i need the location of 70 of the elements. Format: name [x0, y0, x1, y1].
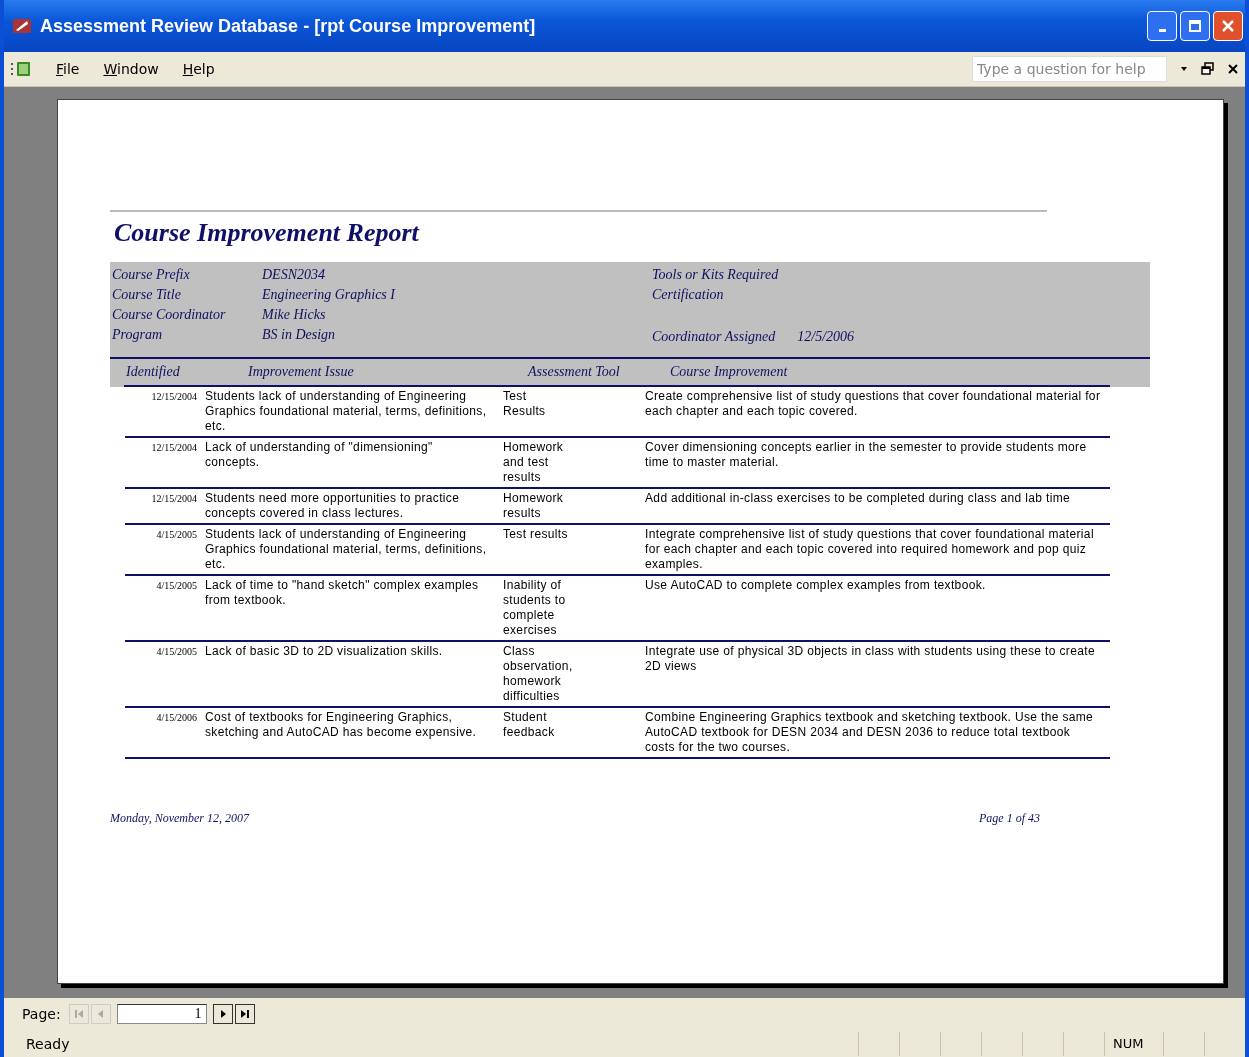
column-header: Course Improvement — [670, 364, 788, 380]
field-label: Program — [112, 327, 164, 343]
field-value: Engineering Graphics I — [262, 287, 395, 303]
menu-item[interactable]: Window — [93, 59, 169, 79]
status-panel: NUM — [1104, 1031, 1163, 1056]
field-label: Coordinator Assigned — [652, 329, 776, 345]
maximize-button[interactable] — [1180, 11, 1210, 41]
field-value: BS in Design — [262, 327, 336, 343]
next-page-button[interactable] — [212, 1004, 233, 1024]
skip-forward-icon — [238, 1008, 251, 1020]
help-search-field[interactable]: Type a question for help — [972, 56, 1167, 82]
table-cell-text: Lack of basic 3D to 2D visualization skills. — [204, 644, 444, 660]
status-text: Ready — [26, 1035, 70, 1052]
table-cell-text: Integrate use of physical 3D objects in class with students using these to create 2D views — [644, 644, 1096, 675]
page-number: Page 1 of 43 — [979, 811, 1040, 826]
table-cell-text: Students need more opportunities to practice concepts covered in class lectures. — [204, 491, 461, 521]
table-cell-text: 4/15/2005 — [155, 579, 197, 593]
table-cell-text: Combine Engineering Graphics textbook and sketching textbook. Use the same AutoCAD textbook for DESN 2034 and DESN 2036 to reduce total textbook costs for the two courses. — [644, 710, 1095, 755]
last-page-button[interactable] — [234, 1004, 255, 1024]
field-label: Course Prefix — [112, 267, 191, 283]
menu-grip-icon — [10, 60, 32, 78]
table-cell-text: Lack of understanding of "dimensioning" concepts. — [204, 440, 434, 471]
table-cell-text: Test Results — [502, 389, 547, 420]
table-cell-text: Homework and test results — [502, 440, 565, 485]
page-label: Page: — [22, 1006, 61, 1022]
table-cell-text: Student feedback — [502, 710, 556, 741]
table-cell-text: 4/15/2006 — [155, 711, 197, 725]
table-cell-text: 12/15/2004 — [150, 441, 197, 455]
field-label: Course Title — [112, 287, 182, 303]
report-title: Course Improvement Report — [114, 218, 421, 248]
table-cell-text: Class observation, homework difficulties — [502, 644, 574, 704]
minimize-icon — [1158, 28, 1166, 32]
column-header: Assessment Tool — [528, 364, 621, 380]
table-cell-text: Inability of students to complete exercises — [502, 578, 567, 638]
column-header: Identified — [125, 364, 181, 380]
menu-item[interactable]: Help — [172, 59, 225, 79]
minimize-button[interactable] — [1147, 11, 1177, 41]
field-label: Tools or Kits Required — [652, 267, 779, 283]
table-cell-text: Use AutoCAD to complete complex examples from textbook. — [644, 578, 987, 594]
table-cell-text: Students lack of understanding of Engineering Graphics foundational material, terms, definitions, etc. — [204, 389, 487, 434]
table-cell-text: Create comprehensive list of study questions that cover foundational material for each chapter and each topic covered. — [644, 389, 1102, 420]
window-title: Assessment Review Database - [rpt Course Improvement] — [40, 15, 536, 37]
report-date: Monday, November 12, 2007 — [110, 811, 249, 826]
table-cell-text: 4/15/2005 — [155, 645, 197, 659]
skip-back-icon — [72, 1008, 85, 1020]
table-cell-text: 12/15/2004 — [150, 390, 197, 404]
column-header: Improvement Issue — [248, 364, 355, 380]
close-icon[interactable] — [1227, 63, 1239, 75]
table-cell-text: 4/15/2005 — [155, 528, 197, 542]
table-cell-text: Cost of textbooks for Engineering Graphics, sketching and AutoCAD has become expensive. — [204, 710, 478, 741]
field-value: Mike Hicks — [262, 307, 326, 323]
table-cell-text: 12/15/2004 — [150, 492, 197, 506]
table-cell-text: Test results — [502, 527, 569, 543]
close-icon — [1221, 19, 1235, 33]
field-label: Course Coordinator — [112, 307, 227, 323]
table-cell-text: Lack of time to "hand sketch" complex examples from textbook. — [204, 578, 480, 609]
menu-item[interactable]: File — [46, 59, 90, 79]
app-icon — [12, 16, 32, 36]
field-value: DESN2034 — [262, 267, 325, 283]
table-cell-text: Cover dimensioning concepts earlier in the semester to provide students more time to master material. — [644, 440, 1088, 471]
field-value: 12/5/2006 — [797, 329, 855, 345]
table-cell-text: Integrate comprehensive list of study questions that cover foundational material for each chapter and each topic covered into required homework and pop quiz examples. — [644, 527, 1095, 572]
page-number-field[interactable]: 1 — [116, 1004, 207, 1024]
field-label: Certification — [652, 287, 724, 303]
restore-icon[interactable] — [1201, 62, 1215, 76]
table-cell-text: Students lack of understanding of Engineering Graphics foundational material, terms, definitions, etc. — [204, 527, 487, 572]
close-button[interactable] — [1213, 11, 1243, 41]
maximize-icon — [1188, 19, 1202, 33]
table-cell-text: Add additional in-class exercises to be completed during class and lab time — [644, 491, 1072, 507]
table-cell-text: Homework results — [502, 491, 565, 521]
